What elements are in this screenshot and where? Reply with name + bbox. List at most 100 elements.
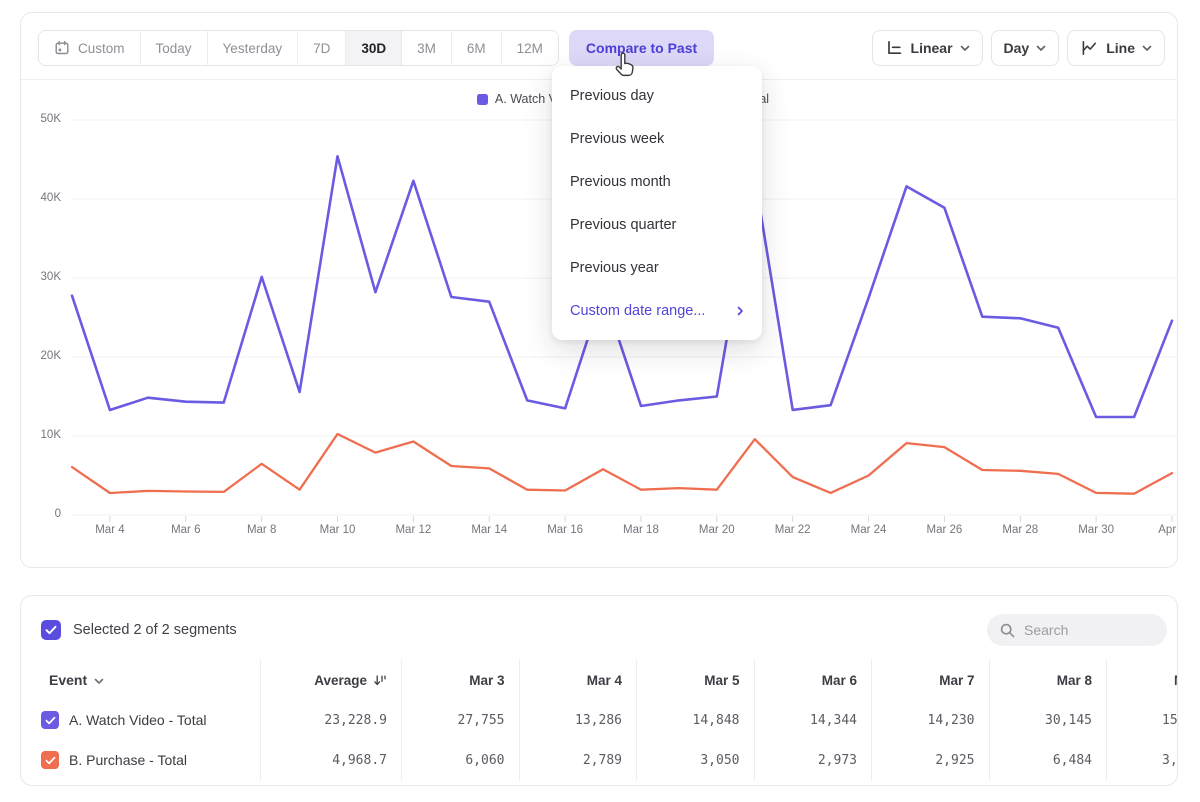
value-cell: 27,755: [401, 700, 519, 740]
value-cell: 6,484: [989, 740, 1107, 780]
segments-table: Event Average Mar 3Mar 4Mar 5Mar 6Mar 7Mar…: [21, 660, 1177, 780]
value-cell: 3,: [1106, 740, 1178, 780]
date-column-header[interactable]: Mar 3: [401, 660, 519, 700]
segment-checkbox[interactable]: [41, 711, 59, 729]
event-cell: A. Watch Video - Total: [21, 700, 260, 740]
control-label: Line: [1106, 40, 1135, 56]
view-controls-group: Linear Day Line: [872, 30, 1165, 66]
date-column-header[interactable]: Mar 5: [636, 660, 754, 700]
date-range-12m[interactable]: 12M: [501, 31, 558, 65]
y-axis-label: 0: [21, 508, 61, 520]
series-line-b-purchase-total: [72, 434, 1172, 494]
date-range-label: Today: [156, 41, 192, 56]
x-axis-label: Mar 20: [685, 524, 749, 536]
search-input-wrapper: [987, 614, 1167, 646]
select-all-checkbox[interactable]: [41, 620, 61, 640]
y-axis-label: 30K: [21, 271, 61, 283]
value-cell: 2,925: [871, 740, 989, 780]
date-range-today[interactable]: Today: [140, 31, 207, 65]
x-axis-label: Mar 8: [230, 524, 294, 536]
date-column-header[interactable]: Mar 4: [519, 660, 637, 700]
x-axis-label: Apr 1: [1140, 524, 1178, 536]
date-range-label: 6M: [467, 41, 486, 56]
average-header-label: Average: [314, 673, 367, 688]
segment-checkbox[interactable]: [41, 751, 59, 769]
menu-item-previous-quarter[interactable]: Previous quarter: [552, 203, 762, 246]
date-range-label: 30D: [361, 41, 386, 56]
value-cell: 13,286: [519, 700, 637, 740]
average-value: 23,228.9: [260, 700, 401, 740]
date-range-group: Custom Today Yesterday 7D 30D 3M 6M 12M: [38, 30, 559, 66]
date-column-header[interactable]: Mar 6: [754, 660, 872, 700]
menu-item-label: Previous week: [570, 131, 664, 147]
menu-item-label: Custom date range...: [570, 303, 705, 319]
value-cell: 30,145: [989, 700, 1107, 740]
x-axis-label: Mar 26: [912, 524, 976, 536]
date-range-6m[interactable]: 6M: [451, 31, 501, 65]
x-axis-label: Mar 6: [154, 524, 218, 536]
y-axis-label: 50K: [21, 113, 61, 125]
segments-card: Selected 2 of 2 segments Event Average Mar…: [20, 595, 1178, 786]
average-column-header[interactable]: Average: [260, 660, 401, 700]
x-axis-label: Mar 30: [1064, 524, 1128, 536]
date-column-header[interactable]: Mar 8: [989, 660, 1107, 700]
date-range-yesterday[interactable]: Yesterday: [207, 31, 298, 65]
date-range-custom[interactable]: Custom: [39, 31, 140, 65]
menu-item-custom-date-range[interactable]: Custom date range...: [552, 289, 762, 332]
menu-item-label: Previous month: [570, 174, 671, 190]
selection-summary: Selected 2 of 2 segments: [73, 622, 237, 638]
x-axis-label: Mar 4: [78, 524, 142, 536]
day-dropdown-button[interactable]: Day: [991, 30, 1060, 66]
value-cell: 3,050: [636, 740, 754, 780]
value-cell: 14,344: [754, 700, 872, 740]
x-axis-label: Mar 14: [457, 524, 521, 536]
menu-item-previous-month[interactable]: Previous month: [552, 160, 762, 203]
menu-item-previous-week[interactable]: Previous week: [552, 117, 762, 160]
x-axis-label: Mar 18: [609, 524, 673, 536]
search-icon: [999, 622, 1016, 639]
search-input[interactable]: [1024, 622, 1155, 638]
event-label: A. Watch Video - Total: [69, 712, 206, 728]
y-axis-label: 40K: [21, 192, 61, 204]
x-axis-label: Mar 28: [988, 524, 1052, 536]
date-column-header[interactable]: M: [1106, 660, 1178, 700]
event-cell: B. Purchase - Total: [21, 740, 260, 780]
x-axis-label: Mar 24: [837, 524, 901, 536]
menu-item-previous-year[interactable]: Previous year: [552, 246, 762, 289]
table-row: A. Watch Video - Total 23,228.927,75513,2…: [21, 700, 1177, 740]
x-axis-label: Mar 10: [306, 524, 370, 536]
value-cell: 14,230: [871, 700, 989, 740]
chevron-down-icon: [1036, 45, 1046, 52]
value-cell: 2,789: [519, 740, 637, 780]
date-range-30d[interactable]: 30D: [345, 31, 401, 65]
x-axis-label: Mar 22: [761, 524, 825, 536]
menu-item-label: Previous year: [570, 260, 659, 276]
event-label: B. Purchase - Total: [69, 752, 187, 768]
value-cell: 6,060: [401, 740, 519, 780]
date-range-label: Custom: [78, 41, 125, 56]
menu-item-previous-day[interactable]: Previous day: [552, 74, 762, 117]
date-range-label: 12M: [517, 41, 543, 56]
axis-icon: [885, 39, 903, 57]
chevron-down-icon: [960, 45, 970, 52]
x-axis-label: Mar 12: [381, 524, 445, 536]
event-column-header[interactable]: Event: [21, 660, 260, 700]
sort-desc-icon: [373, 674, 387, 687]
date-range-3m[interactable]: 3M: [401, 31, 451, 65]
date-range-7d[interactable]: 7D: [297, 31, 345, 65]
compare-dropdown-menu: Previous day Previous week Previous month P…: [552, 66, 762, 340]
table-header-row: Event Average Mar 3Mar 4Mar 5Mar 6Mar 7Mar…: [21, 660, 1177, 700]
menu-item-label: Previous quarter: [570, 217, 676, 233]
calendar-icon: [54, 40, 70, 56]
control-label: Day: [1004, 40, 1030, 56]
date-range-label: Yesterday: [223, 41, 283, 56]
compare-to-past-button[interactable]: Compare to Past: [569, 30, 714, 66]
linear-dropdown-button[interactable]: Linear: [872, 30, 983, 66]
legend-swatch: [477, 94, 488, 105]
date-column-header[interactable]: Mar 7: [871, 660, 989, 700]
value-cell: 14,848: [636, 700, 754, 740]
line-dropdown-button[interactable]: Line: [1067, 30, 1165, 66]
table-row: B. Purchase - Total4,968.76,0602,7893,05…: [21, 740, 1177, 780]
line-chart-icon: [1080, 39, 1098, 57]
chevron-right-icon: [737, 306, 744, 316]
